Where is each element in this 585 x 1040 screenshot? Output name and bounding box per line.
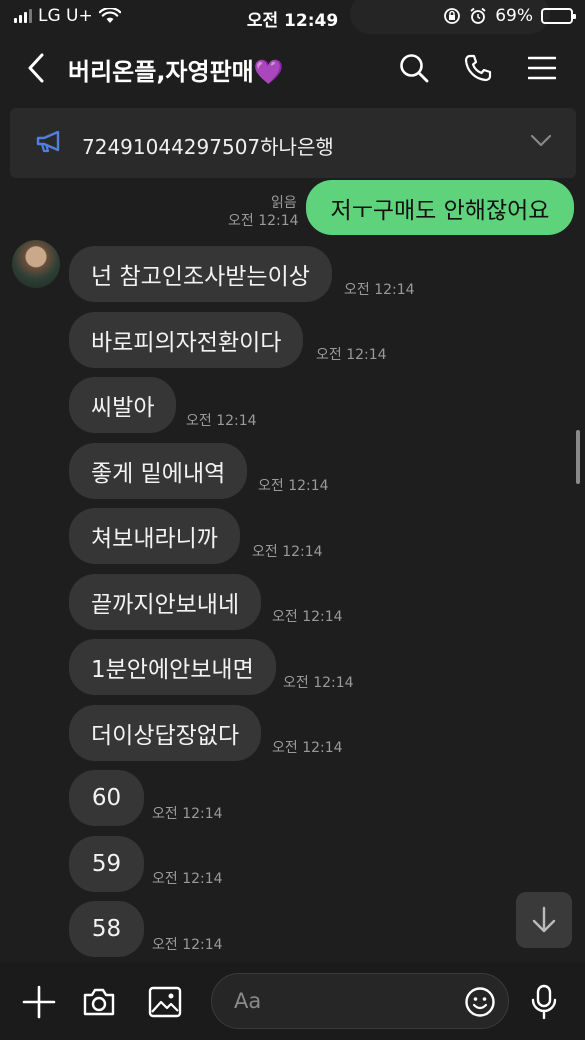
scroll-to-bottom-button[interactable]: [516, 892, 572, 948]
notice-text: 72491044297507하나은행: [82, 135, 334, 159]
read-receipt: 읽음: [271, 195, 297, 211]
status-right-group: 69%: [443, 6, 576, 26]
battery-icon: [541, 8, 576, 24]
message-bubble[interactable]: 넌 참고인조사받는이상: [69, 246, 332, 302]
sent-message-bubble[interactable]: 저ㅜ구매도 안해잖어요: [306, 180, 574, 235]
message-time: 오전 12:14: [152, 937, 223, 953]
message-bubble[interactable]: 58: [69, 901, 144, 957]
alarm-icon: [470, 7, 486, 24]
chat-title[interactable]: 버리온플,자영판매💜: [68, 52, 284, 87]
message-time: 오전 12:14: [152, 871, 223, 887]
message-time: 오전 12:14: [316, 347, 387, 363]
message-bubble[interactable]: 더이상답장없다: [69, 705, 262, 761]
message-time: 오전 12:14: [272, 740, 343, 756]
message-bubble[interactable]: 쳐보내라니까: [69, 508, 240, 564]
message-input[interactable]: [234, 974, 454, 1028]
back-button[interactable]: [16, 48, 56, 88]
camera-icon: [83, 988, 115, 1016]
status-bar: LG U+ 오전 12:49 69%: [0, 0, 585, 34]
microphone-button[interactable]: [522, 980, 566, 1024]
message-time: 오전 12:14: [272, 609, 343, 625]
image-icon: [148, 986, 182, 1018]
message-bubble[interactable]: 1분안에안보내면: [69, 639, 276, 695]
microphone-icon: [531, 984, 557, 1020]
sent-message-time: 오전 12:14: [228, 213, 299, 229]
message-input-box[interactable]: [211, 973, 509, 1029]
menu-button[interactable]: [522, 48, 562, 88]
arrow-down-icon: [532, 906, 556, 933]
emoji-icon[interactable]: [464, 986, 496, 1018]
message-bubble[interactable]: 끝까지안보내네: [69, 574, 262, 630]
message-bubble[interactable]: 씨발아: [69, 377, 177, 433]
pinned-notice[interactable]: 72491044297507하나은행: [10, 108, 576, 178]
rotation-lock-icon: [444, 8, 461, 24]
gallery-button[interactable]: [143, 980, 187, 1024]
avatar[interactable]: [12, 240, 60, 288]
message-time: 오전 12:14: [344, 282, 415, 298]
message-time: 오전 12:14: [283, 675, 354, 691]
phone-icon: [464, 54, 492, 82]
chevron-left-icon: [28, 53, 44, 83]
search-icon: [400, 54, 429, 83]
search-button[interactable]: [394, 48, 434, 88]
plus-icon: [22, 985, 56, 1019]
chat-header: 버리온플,자영판매💜: [0, 34, 585, 100]
scrollbar[interactable]: [576, 430, 580, 484]
message-bubble[interactable]: 59: [69, 836, 144, 892]
message-time: 오전 12:14: [258, 478, 329, 494]
chevron-down-icon[interactable]: [530, 134, 552, 148]
message-bubble[interactable]: 바로피의자전환이다: [69, 312, 304, 368]
message-bubble[interactable]: 60: [69, 770, 144, 826]
megaphone-icon: [36, 130, 60, 153]
input-bar: [0, 962, 585, 1040]
add-button[interactable]: [17, 980, 61, 1024]
message-time: 오전 12:14: [186, 413, 257, 429]
message-time: 오전 12:14: [252, 544, 323, 560]
camera-button[interactable]: [77, 980, 121, 1024]
call-button[interactable]: [458, 48, 498, 88]
message-time: 오전 12:14: [152, 806, 223, 822]
battery-percent: 69%: [495, 6, 533, 26]
hamburger-menu-icon: [528, 56, 556, 80]
message-bubble[interactable]: 좋게 밑에내역: [69, 443, 248, 499]
